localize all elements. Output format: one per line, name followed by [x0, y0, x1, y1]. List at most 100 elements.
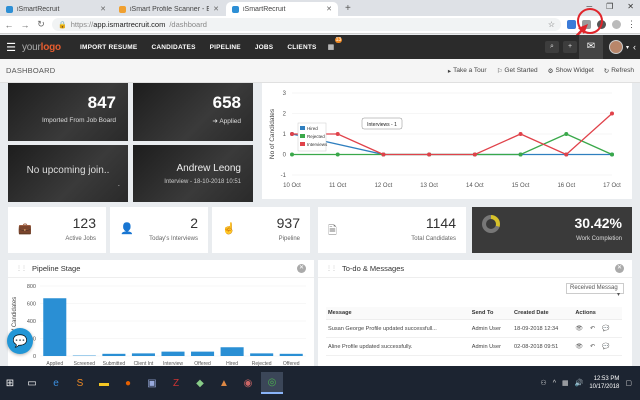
data-point	[564, 132, 569, 136]
app-logo[interactable]: yourlogo	[22, 42, 61, 53]
edge-icon[interactable]: e	[45, 372, 67, 394]
favicon-icon	[119, 5, 126, 13]
address-bar: ← → ↻ 🔒 https://app.ismartrecruit.com /d…	[0, 16, 640, 34]
hamburger-menu-icon[interactable]: ☰	[0, 41, 22, 54]
upcoming-join-tile[interactable]: No upcoming join.. .	[8, 145, 128, 202]
volume-icon[interactable]: 🔊	[575, 379, 584, 387]
close-icon[interactable]: ✕	[615, 264, 624, 273]
col-created-date[interactable]: Created Date	[512, 307, 574, 320]
filezilla-icon[interactable]: Z	[165, 372, 187, 394]
browser-tab-2[interactable]: iSmart Profile Scanner - Edit Item ✕	[113, 2, 225, 16]
col-message[interactable]: Message	[326, 307, 470, 320]
nav-import-resume[interactable]: IMPORT RESUME	[73, 44, 145, 51]
close-icon[interactable]: ✕	[326, 5, 332, 13]
interview-tile[interactable]: Andrew Leong Interview - 18-10-2018 10:5…	[133, 145, 253, 202]
filter-value: Received Messag	[570, 285, 618, 291]
people-icon[interactable]: ⚇	[540, 379, 546, 387]
refresh-label: Refresh	[611, 67, 634, 74]
show-widget-button[interactable]: ⚙ Show Widget	[548, 67, 594, 75]
back-icon[interactable]: ←	[4, 20, 14, 30]
close-icon[interactable]: ✕	[297, 264, 306, 273]
y-tick-label: 800	[27, 284, 36, 290]
stat-label: Work Completion	[576, 236, 622, 242]
drag-handle-icon[interactable]: ⋮⋮	[326, 265, 337, 272]
tab-label: iSmartRecruit	[17, 5, 60, 13]
chart-legend: Hired Rejected Interviews	[297, 122, 328, 152]
col-send-to[interactable]: Send To	[469, 307, 513, 320]
stat-todays-interviews[interactable]: 👤 2 Today's Interviews	[110, 207, 208, 253]
stat-work-completion[interactable]: 30.42% Work Completion	[472, 207, 632, 253]
y-tick-label: 3	[283, 91, 287, 97]
take-tour-label: Take a Tour	[453, 67, 487, 74]
chat-icon[interactable]: 💬	[602, 343, 609, 350]
app-icon[interactable]: ◆	[189, 372, 211, 394]
nav-candidates[interactable]: CANDIDATES	[144, 44, 202, 51]
imported-tile[interactable]: 847 Imported From Job Board	[8, 83, 128, 141]
browser-tab-1[interactable]: iSmartRecruit ✕	[0, 2, 112, 16]
stat-total-candidates[interactable]: 🗎 1144 Total Candidates	[318, 207, 466, 253]
get-started-button[interactable]: ⚐ Get Started	[497, 67, 538, 75]
data-point	[381, 152, 386, 157]
notification-icon[interactable]: ▢	[625, 379, 632, 387]
bar	[102, 353, 126, 356]
extension-icon[interactable]	[612, 20, 621, 29]
reply-icon[interactable]: ↶	[590, 343, 595, 350]
chat-icon[interactable]: ✉	[578, 35, 603, 59]
messages-table: Message Send To Created Date Actions Sus…	[326, 307, 622, 356]
app-icon[interactable]: ▲	[213, 372, 235, 394]
app-icon[interactable]: ◉	[237, 372, 259, 394]
message-filter-select[interactable]: Received Messag ▾	[566, 283, 624, 298]
network-icon[interactable]: ▦	[562, 379, 569, 387]
url-input[interactable]: 🔒 https://app.ismartrecruit.com /dashboa…	[52, 18, 561, 31]
table-row[interactable]: Susan George Profile updated successfull…	[326, 319, 622, 338]
gear-icon: ⚙	[547, 67, 554, 75]
bar	[279, 353, 303, 356]
new-tab-button[interactable]: +	[339, 2, 357, 16]
search-icon[interactable]: ⌕	[544, 41, 559, 53]
table-row[interactable]: Aline Profile updated successfully. Admi…	[326, 337, 622, 356]
nav-clients[interactable]: CLIENTS	[280, 44, 323, 51]
take-tour-button[interactable]: ▸ Take a Tour	[448, 67, 487, 75]
calendar-icon[interactable]: ▦ 13	[324, 37, 343, 51]
refresh-button[interactable]: ↻ Refresh	[604, 67, 634, 75]
task-view-icon[interactable]: ▭	[21, 372, 43, 394]
y-tick-label: 600	[27, 302, 36, 308]
chevron-up-icon[interactable]: ^	[553, 380, 556, 387]
x-tick-label: 15 Oct	[512, 183, 530, 189]
avatar[interactable]	[608, 40, 623, 54]
y-axis-label: No of Candidates	[269, 108, 276, 159]
file-explorer-icon[interactable]: ▬	[93, 372, 115, 394]
reply-icon[interactable]: ↶	[590, 325, 595, 332]
chrome-icon[interactable]: ◎	[261, 372, 283, 394]
browser-tab-3[interactable]: iSmartRecruit ✕	[226, 2, 338, 16]
clock[interactable]: 12:53 PM 10/17/2018	[589, 375, 619, 391]
windows-start-icon[interactable]: ⊞	[0, 378, 20, 389]
window-close-icon[interactable]: ✕	[627, 2, 634, 11]
stat-active-jobs[interactable]: 💼 123 Active Jobs	[8, 207, 106, 253]
add-icon[interactable]: +	[562, 41, 577, 53]
chevron-left-icon[interactable]: ‹	[629, 42, 640, 52]
close-icon[interactable]: ✕	[213, 5, 219, 13]
forward-icon[interactable]: →	[20, 20, 30, 30]
data-point	[610, 111, 614, 116]
sublime-icon[interactable]: S	[69, 372, 91, 394]
nav-jobs[interactable]: JOBS	[248, 44, 281, 51]
maximize-icon[interactable]: ❐	[606, 2, 613, 11]
y-tick-label: 1	[283, 132, 287, 138]
close-icon[interactable]: ✕	[100, 5, 106, 13]
stat-pipeline[interactable]: ☝ 937 Pipeline	[212, 207, 310, 253]
legend-swatch	[300, 142, 305, 146]
chat-icon[interactable]: 💬	[602, 325, 609, 332]
drag-handle-icon[interactable]: ⋮⋮	[16, 265, 27, 272]
logo-main: your	[22, 41, 41, 53]
photos-icon[interactable]: ▣	[141, 372, 163, 394]
view-icon[interactable]: 👁	[575, 343, 583, 350]
help-chat-button[interactable]: 💬	[7, 328, 33, 354]
reload-icon[interactable]: ↻	[36, 19, 46, 30]
applied-tile[interactable]: 658 ➜ Applied	[133, 83, 253, 141]
view-icon[interactable]: 👁	[575, 325, 583, 332]
browser-menu-icon[interactable]: ⋮	[627, 19, 636, 30]
message-cell: Susan George Profile updated successfull…	[326, 319, 470, 338]
nav-pipeline[interactable]: PIPELINE	[203, 44, 248, 51]
firefox-icon[interactable]: ●	[117, 372, 139, 394]
